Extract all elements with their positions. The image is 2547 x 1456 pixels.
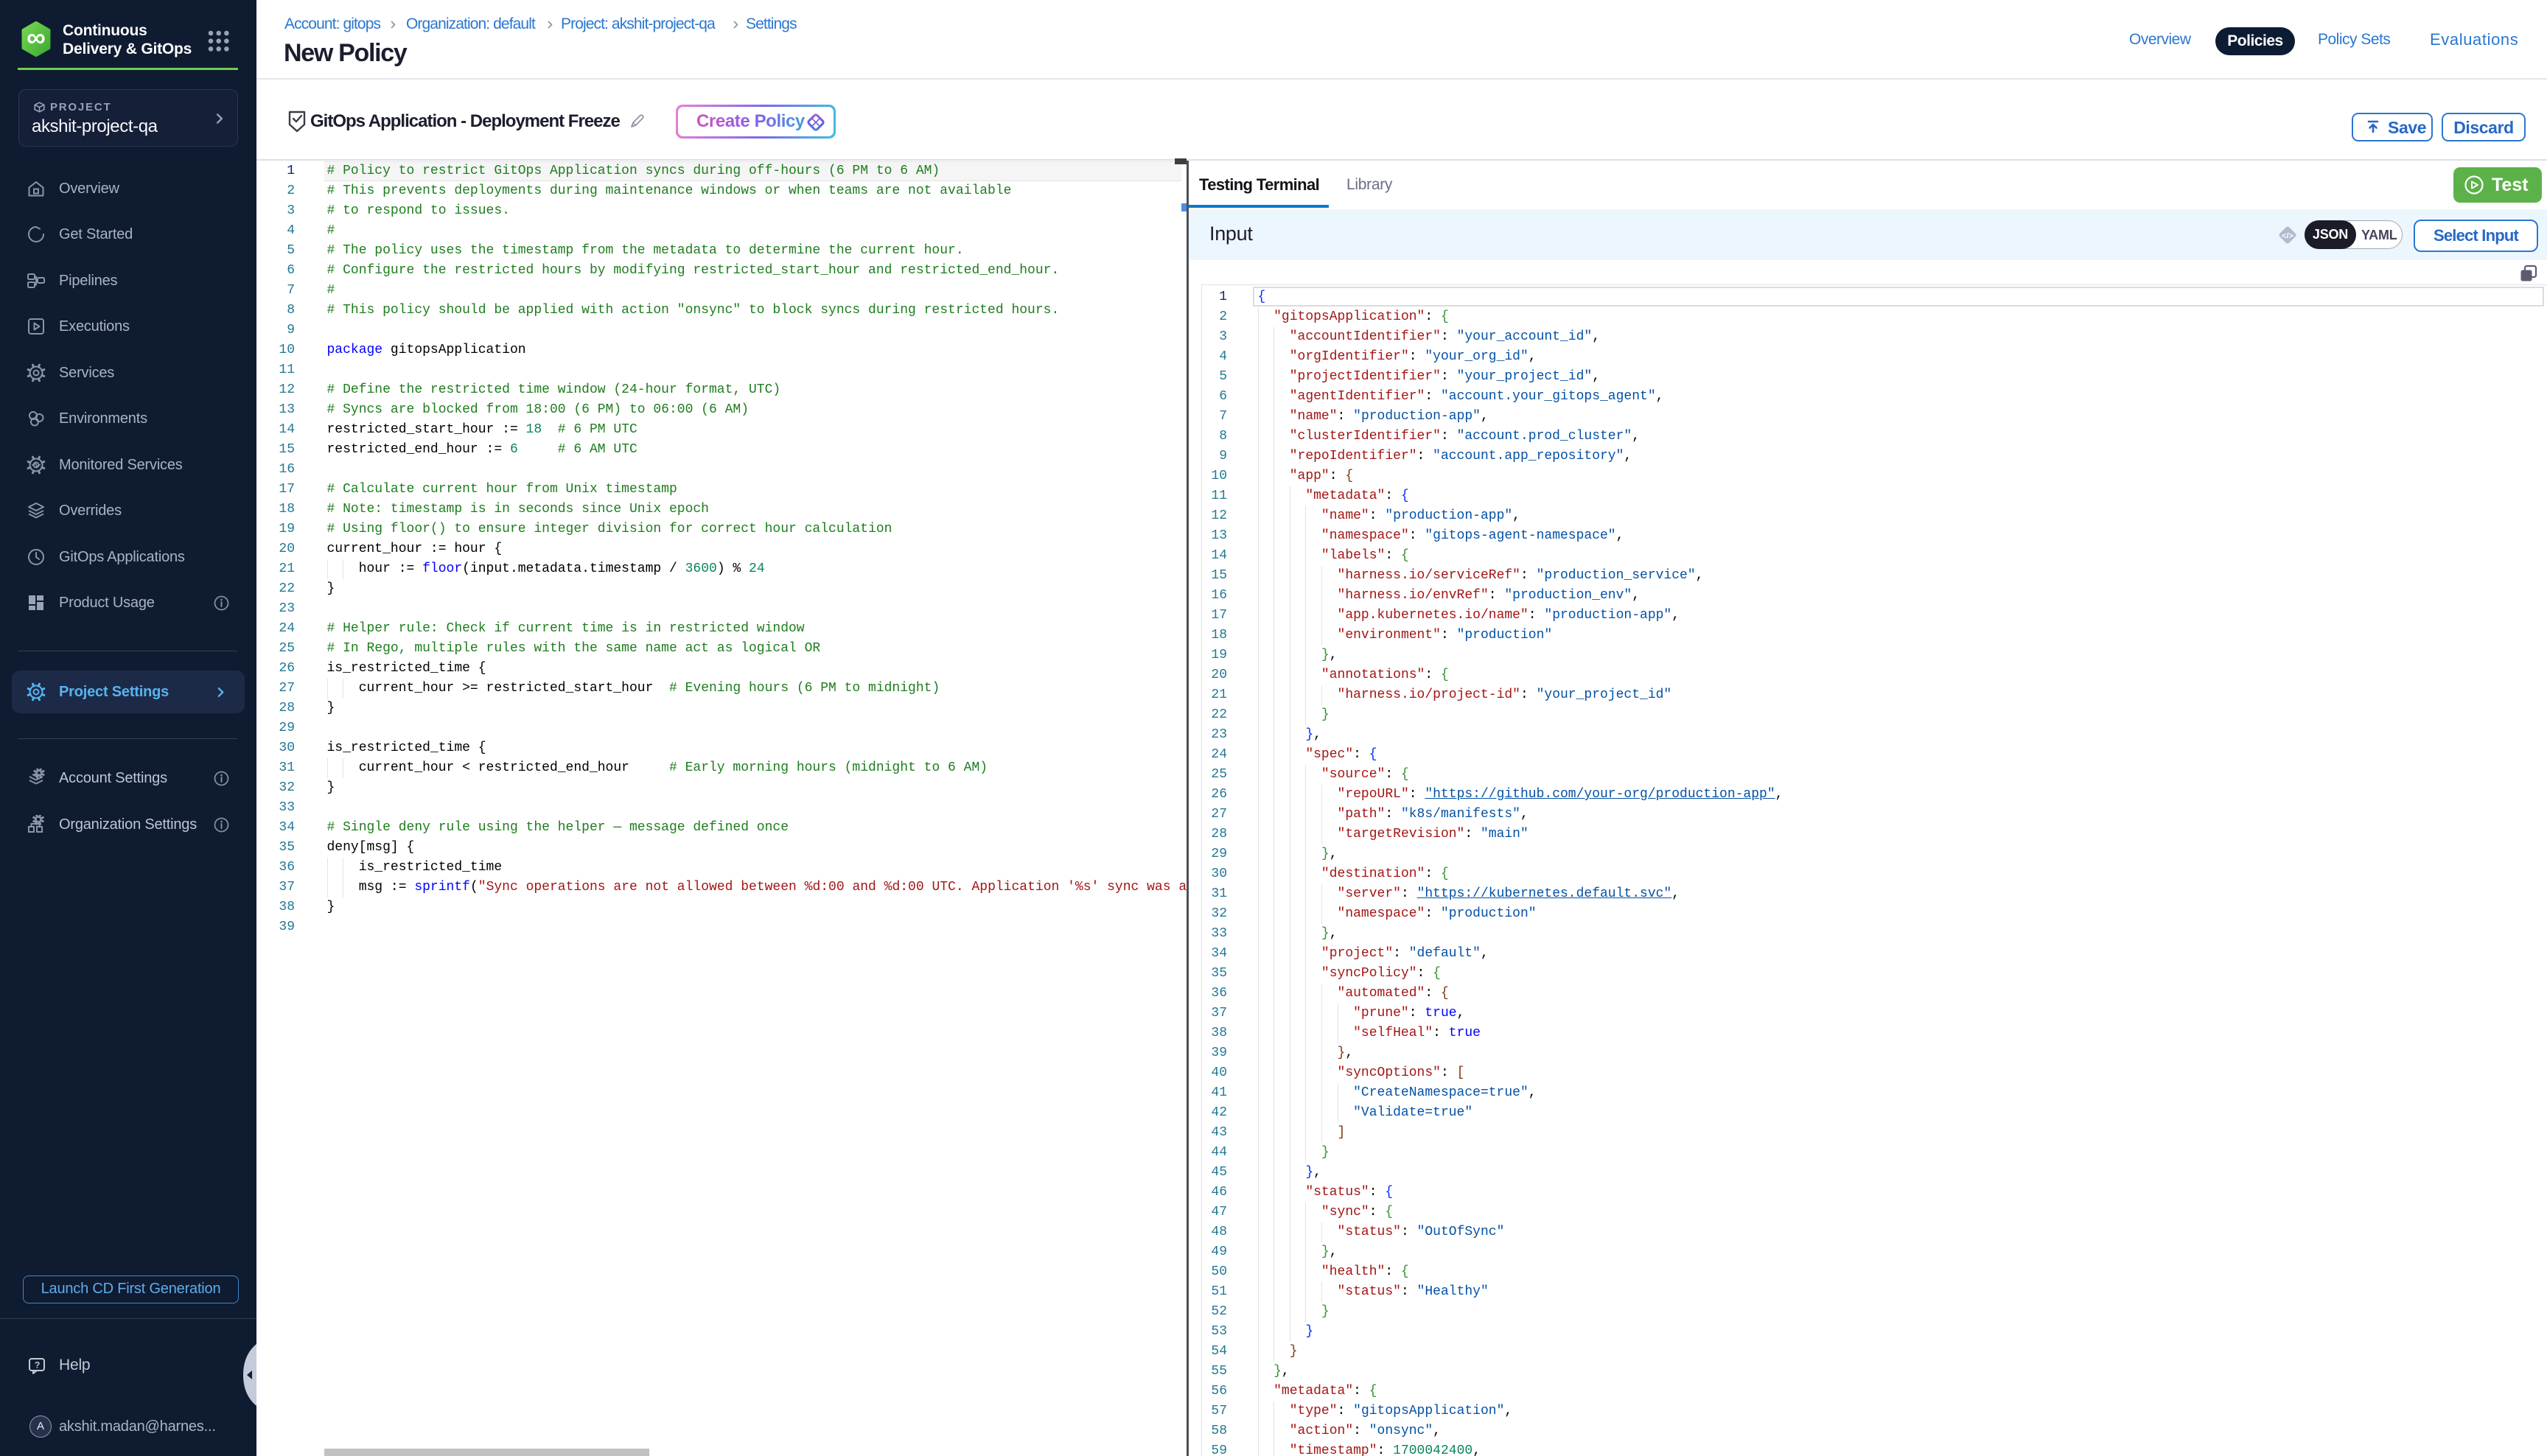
svg-text:</>: </> [2282,232,2293,241]
svg-text:?: ? [35,1360,40,1371]
svg-text:∞: ∞ [27,22,46,52]
